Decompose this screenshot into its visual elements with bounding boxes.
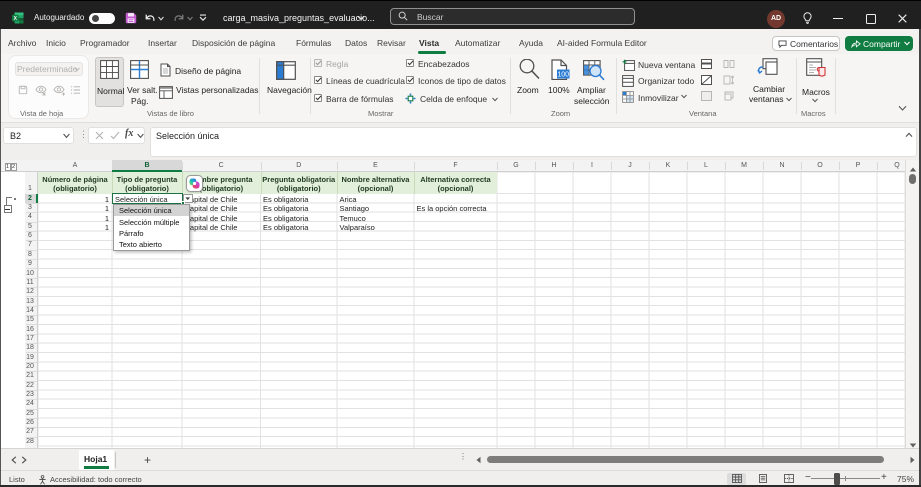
svg-text:100: 100 [557, 72, 569, 79]
